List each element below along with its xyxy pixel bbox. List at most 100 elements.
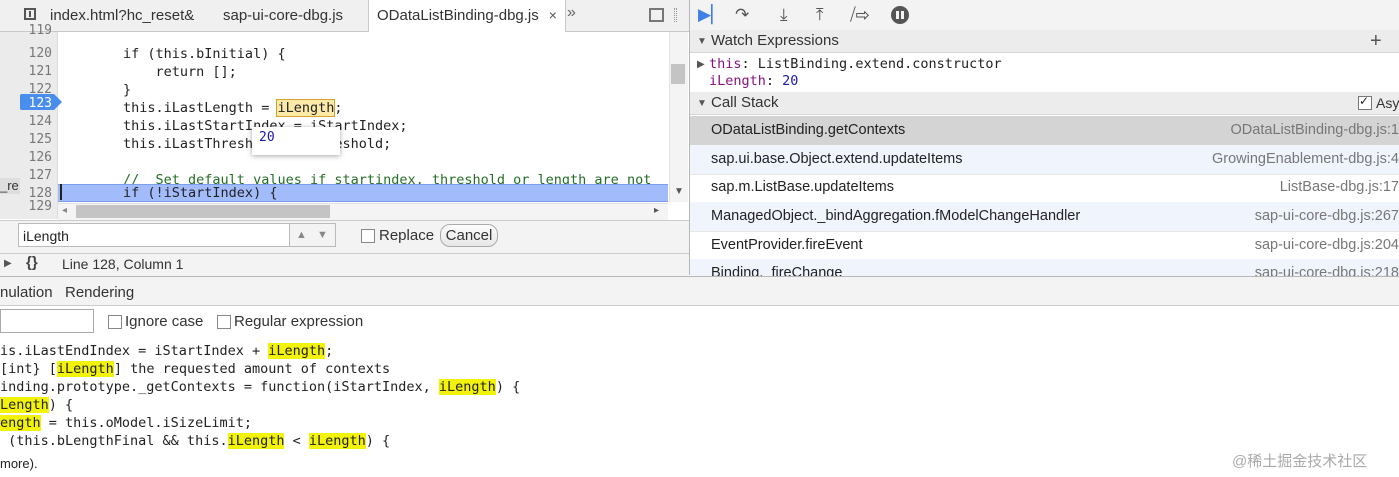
regex-label: Regular expression (234, 313, 364, 330)
navigator-fragment: _re (0, 178, 20, 194)
watch-item[interactable]: iLength: 20 (709, 73, 798, 89)
more-results-link[interactable]: more). (0, 456, 38, 471)
horizontal-scroll-thumb[interactable] (76, 205, 330, 218)
search-result-line[interactable]: ength = this.oModel.iSizeLimit; (0, 414, 252, 432)
tab-sap-ui-core[interactable]: sap-ui-core-dbg.js (223, 0, 343, 31)
pretty-print-icon[interactable]: {} (26, 254, 38, 271)
replace-label: Replace (379, 227, 435, 244)
code-line: } (58, 82, 132, 98)
tab-rendering[interactable]: Rendering (65, 284, 134, 301)
search-result-line[interactable]: is.iLastEndIndex = iStartIndex + iLength… (0, 342, 333, 360)
match-highlight: iLength (227, 433, 285, 449)
call-frame-function: sap.m.ListBase.updateItems (711, 179, 894, 195)
call-frame-function: sap.ui.base.Object.extend.updateItems (711, 151, 963, 167)
match-highlight: Length (0, 397, 49, 413)
tab-label: index.html?hc_reset& (50, 7, 195, 24)
call-stack-header[interactable] (690, 92, 1399, 115)
call-frame-location[interactable]: ODataListBinding-dbg.js:1 (1231, 122, 1399, 138)
call-frame[interactable]: ManagedObject._bindAggregation.fModelCha… (690, 202, 1399, 232)
collapse-arrow-icon[interactable]: ▼ (697, 98, 707, 109)
call-frame-location[interactable]: GrowingEnablement-dbg.js:4 (1212, 151, 1399, 167)
close-icon[interactable]: × (549, 0, 557, 31)
result-text: ) { (365, 433, 391, 449)
drawer-tab-bar (0, 277, 1399, 306)
find-previous-icon[interactable]: ▲ (296, 229, 307, 241)
result-text: inding.prototype._getContexts = function… (0, 379, 439, 395)
toolbar-divider (674, 8, 677, 22)
watch-item[interactable]: this: ListBinding.extend.constructor (709, 56, 1002, 72)
line-number[interactable]: 124 (0, 113, 52, 131)
result-text: = this.oModel.iSizeLimit; (40, 415, 252, 431)
code-line: this.iLastThreshold = iThreshold; (58, 136, 392, 152)
search-result-line[interactable]: inding.prototype._getContexts = function… (0, 378, 520, 396)
call-frame[interactable]: ODataListBinding.getContexts ODataListBi… (690, 116, 1399, 146)
call-frame[interactable]: sap.ui.base.Object.extend.updateItems Gr… (690, 145, 1399, 175)
hovered-token[interactable]: iLength (276, 99, 336, 117)
watch-expressions-title: Watch Expressions (711, 32, 839, 49)
search-result-line[interactable]: Length) { (0, 396, 73, 414)
search-result-line[interactable]: [int} [iLength] the requested amount of … (0, 360, 390, 378)
code-line: if (this.bInitial) { (58, 46, 286, 62)
expand-arrow-icon[interactable]: ▶ (4, 258, 12, 269)
scroll-left-icon[interactable]: ◂ (62, 205, 67, 216)
tab-emulation[interactable]: nulation (0, 284, 53, 301)
regex-checkbox[interactable] (217, 315, 231, 329)
expand-arrow-icon[interactable]: ▶ (697, 59, 705, 70)
result-text: is.iLastEndIndex = iStartIndex + (0, 343, 269, 359)
line-number[interactable]: 121 (0, 63, 52, 81)
more-tabs-icon[interactable]: » (567, 4, 576, 22)
watch-item-name: iLength (709, 73, 766, 89)
line-number[interactable]: 129 (0, 198, 52, 216)
search-result-line[interactable]: (this.bLengthFinal && this.iLength < iLe… (0, 432, 390, 450)
call-frame-location[interactable]: ListBase-dbg.js:17 (1280, 179, 1399, 195)
replace-checkbox[interactable] (361, 229, 375, 243)
scroll-down-icon[interactable]: ▼ (674, 186, 684, 197)
ignore-case-checkbox[interactable] (108, 315, 122, 329)
call-frame-function: ODataListBinding.getContexts (711, 122, 906, 138)
call-frame-location[interactable]: sap-ui-core-dbg.js:267 (1255, 208, 1399, 224)
async-checkbox[interactable] (1358, 94, 1372, 110)
line-number[interactable]: 120 (0, 45, 52, 63)
result-text: ] the requested amount of contexts (113, 361, 391, 377)
code-area[interactable]: if (this.bInitial) { return []; } this.i… (58, 32, 668, 204)
cancel-button[interactable]: Cancel (440, 224, 498, 247)
tab-odatalistbinding[interactable]: ODataListBinding-dbg.js × (368, 0, 566, 32)
tab-index-html[interactable]: index.html?hc_reset& (50, 0, 194, 31)
async-label: Asy (1376, 95, 1399, 111)
debugger-toolbar (690, 0, 1399, 32)
search-input[interactable]: iLength (18, 223, 290, 247)
sidebar-toggle-icon[interactable] (649, 8, 664, 22)
navigator-toggle-icon[interactable] (24, 8, 36, 20)
step-out-icon[interactable]: ⤒ (816, 5, 824, 25)
call-frame[interactable]: EventProvider.fireEvent sap-ui-core-dbg.… (690, 231, 1399, 261)
vertical-scroll-thumb[interactable] (671, 64, 685, 84)
resume-icon[interactable]: ▶▏ (698, 5, 724, 25)
cursor-position: Line 128, Column 1 (62, 256, 184, 272)
watermark-text: @稀土掘金技术社区 (1232, 453, 1368, 470)
line-number[interactable]: 126 (0, 149, 52, 167)
line-number[interactable]: 125 (0, 131, 52, 149)
find-next-icon[interactable]: ▼ (317, 229, 328, 241)
drawer-search-input[interactable] (0, 309, 94, 333)
code-line: this.iLastStartIndex = iStartIndex; (58, 118, 408, 134)
tab-label: sap-ui-core-dbg.js (223, 7, 344, 24)
step-into-icon[interactable]: ⤓ (780, 5, 788, 25)
collapse-arrow-icon[interactable]: ▼ (697, 36, 707, 47)
call-frame[interactable]: sap.m.ListBase.updateItems ListBase-dbg.… (690, 173, 1399, 203)
watch-item-value: 20 (782, 73, 799, 89)
line-number[interactable]: 123 (0, 95, 52, 113)
code-line: return []; (58, 64, 237, 80)
value-popover: 20 (252, 127, 340, 155)
pause-on-exceptions-icon[interactable] (891, 6, 909, 24)
step-over-icon[interactable]: ↷ (735, 5, 749, 25)
add-watch-icon[interactable]: + (1370, 30, 1382, 53)
line-number[interactable]: 119 (0, 22, 52, 40)
editor-vertical-scrollbar[interactable] (669, 32, 688, 202)
scroll-right-icon[interactable]: ▸ (654, 205, 659, 216)
match-highlight: iLength (438, 379, 496, 395)
call-frame-location[interactable]: sap-ui-core-dbg.js:204 (1255, 237, 1399, 253)
search-nav-buttons: ▲ ▼ (290, 223, 336, 247)
watch-separator: : (741, 56, 758, 72)
deactivate-breakpoints-icon[interactable]: ⧸⇨ (850, 5, 869, 25)
